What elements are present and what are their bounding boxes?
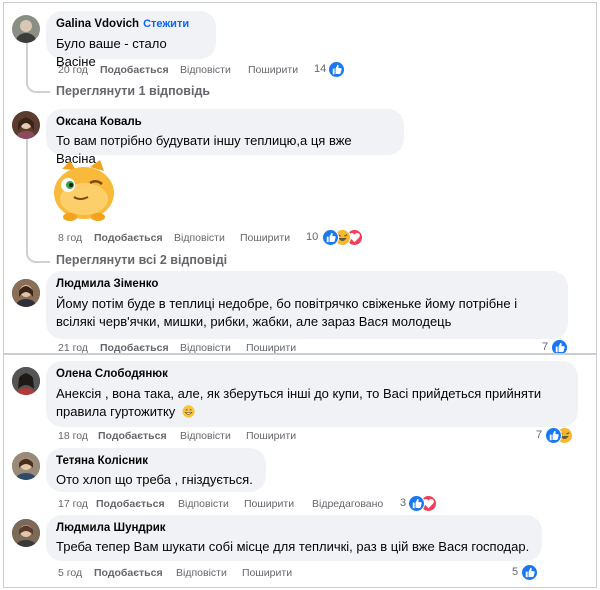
comment-actions: 21 год Подобається Відповісти Поширити: [58, 341, 308, 353]
thread-line: [26, 139, 50, 263]
comment-actions: 18 год Подобається Відповісти Поширити: [58, 429, 308, 443]
reply-button[interactable]: Відповісти: [178, 497, 229, 511]
comment-text: Треба тепер Вам шукати собі місце для те…: [56, 539, 530, 554]
like-icon: [408, 495, 425, 512]
comment-text-line: Йому потім буде в теплиці недобре, бо по…: [56, 296, 518, 311]
like-icon: [521, 564, 538, 581]
comment-text-end: правила гуртожитку: [56, 404, 176, 419]
comment-time[interactable]: 5 год: [58, 566, 82, 580]
comment-time[interactable]: 20 год: [58, 63, 88, 77]
reaction-count: 3: [400, 497, 407, 509]
avatar[interactable]: [12, 15, 40, 43]
edited-label: Відредаговано: [312, 498, 384, 510]
comment-bubble: Оксана Коваль То вам потрібно будувати і…: [46, 109, 404, 166]
reaction-summary[interactable]: 7: [542, 339, 582, 353]
avatar[interactable]: [12, 452, 40, 480]
comment-text-line: Анексія , вона така, але, як зберуться і…: [56, 386, 542, 401]
comment-author[interactable]: Людмила Зіменко: [56, 277, 558, 292]
share-button[interactable]: Поширити: [248, 63, 298, 77]
like-button[interactable]: Подобається: [94, 566, 163, 580]
like-icon: [551, 339, 568, 353]
comment-actions: 20 год Подобається Відповісти Поширити: [58, 63, 308, 77]
reaction-count: 14: [314, 63, 327, 75]
comment-actions: 17 год Подобається Відповісти Поширити В…: [58, 497, 398, 511]
comment-bubble: Людмила Зіменко Йому потім буде в теплиц…: [46, 271, 568, 339]
like-icon: [545, 427, 562, 444]
winking-cat-sticker: [50, 157, 118, 223]
share-button[interactable]: Поширити: [246, 429, 296, 443]
share-button[interactable]: Поширити: [244, 497, 294, 511]
share-button[interactable]: Поширити: [242, 566, 292, 580]
reply-button[interactable]: Відповісти: [174, 231, 225, 245]
grinning-face-icon: [182, 405, 195, 423]
reaction-summary[interactable]: 7: [536, 427, 586, 444]
comment-time[interactable]: 8 год: [58, 231, 82, 245]
like-button[interactable]: Подобається: [94, 231, 163, 245]
reply-button[interactable]: Відповісти: [180, 429, 231, 443]
reaction-count: 5: [512, 566, 519, 578]
comment-author[interactable]: Людмила Шундрик: [56, 521, 532, 536]
like-button[interactable]: Подобається: [98, 429, 167, 443]
comment-text: Ото хлоп що треба , гніздується.: [56, 472, 253, 487]
comment-author[interactable]: Тетяна Колісник: [56, 454, 256, 469]
reply-button[interactable]: Відповісти: [176, 566, 227, 580]
reaction-count: 7: [536, 429, 543, 441]
share-button[interactable]: Поширити: [246, 341, 296, 353]
reaction-count: 7: [542, 341, 549, 353]
like-button[interactable]: Подобається: [100, 63, 169, 77]
reaction-count: 10: [306, 231, 319, 243]
comment-actions: 5 год Подобається Відповісти Поширити: [58, 566, 318, 580]
thread-line: [26, 43, 50, 93]
reply-button[interactable]: Відповісти: [180, 63, 231, 77]
comment-text-line: всілякі черв'ячки, мишки, рибки, жабки, …: [56, 314, 452, 329]
avatar[interactable]: [12, 279, 40, 307]
view-replies-link[interactable]: Переглянути всі 2 відповіді: [56, 253, 227, 267]
like-button[interactable]: Подобається: [100, 341, 169, 353]
comment-author[interactable]: Оксана Коваль: [56, 115, 394, 130]
comment-author[interactable]: Galina Vdovich Стежити: [56, 17, 206, 32]
view-replies-link[interactable]: Переглянути 1 відповідь: [56, 84, 210, 98]
avatar[interactable]: [12, 367, 40, 395]
reaction-summary[interactable]: 14: [314, 61, 354, 78]
comment-text-line: правила гуртожитку: [56, 403, 568, 423]
comment-bubble: Galina Vdovich Стежити Було ваше - стало …: [46, 11, 216, 69]
comment-actions: 8 год Подобається Відповісти Поширити: [58, 231, 308, 245]
comments-panel-bottom: Олена Слободянюк Анексія , вона така, ал…: [3, 354, 597, 588]
reaction-summary[interactable]: 10: [306, 229, 366, 246]
like-button[interactable]: Подобається: [96, 497, 165, 511]
like-icon: [322, 229, 339, 246]
comments-panel-top: Galina Vdovich Стежити Було ваше - стало …: [3, 2, 597, 354]
share-button[interactable]: Поширити: [240, 231, 290, 245]
comment-time[interactable]: 21 год: [58, 341, 88, 353]
comment-time[interactable]: 17 год: [58, 497, 88, 511]
like-icon: [328, 61, 345, 78]
avatar[interactable]: [12, 111, 40, 139]
reaction-summary[interactable]: 5: [512, 564, 552, 581]
comment-author[interactable]: Олена Слободянюк: [56, 367, 568, 382]
reaction-summary[interactable]: 3: [400, 495, 450, 512]
follow-button[interactable]: Стежити: [143, 18, 189, 30]
reply-button[interactable]: Відповісти: [180, 341, 231, 353]
comment-bubble: Тетяна Колісник Ото хлоп що треба , гніз…: [46, 448, 266, 492]
comment-bubble: Олена Слободянюк Анексія , вона така, ал…: [46, 361, 578, 427]
comment-time[interactable]: 18 год: [58, 429, 88, 443]
avatar[interactable]: [12, 519, 40, 547]
comment-bubble: Людмила Шундрик Треба тепер Вам шукати с…: [46, 515, 542, 561]
